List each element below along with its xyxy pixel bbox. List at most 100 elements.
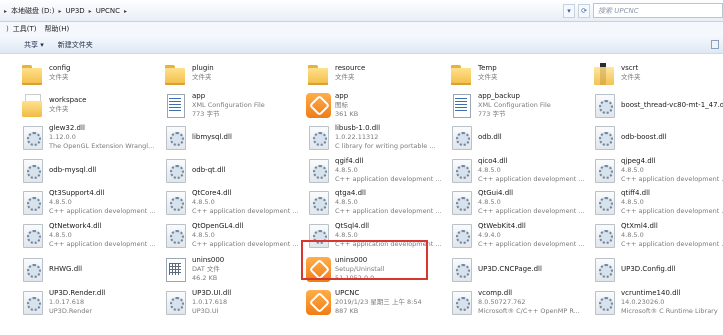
file-item[interactable]: Qt3Support4.dll 4.8.5.0 C++ application de… [20, 187, 158, 221]
file-text: Qt3Support4.dll 4.8.5.0 C++ application de… [49, 187, 156, 217]
file-text: app XML Configuration File 773 字节 [192, 90, 265, 120]
file-item[interactable]: libusb-1.0.dll 1.0.22.11312 C library for … [306, 122, 444, 156]
file-item[interactable]: boost_thread-vc80-mt-1_47.dll [592, 90, 723, 124]
share-button[interactable]: 共享 ▾ [24, 40, 44, 50]
file-item[interactable]: qico4.dll 4.8.5.0 C++ application developm… [449, 155, 587, 189]
file-item[interactable]: workspace 文件夹 [20, 90, 158, 124]
file-name: vcruntime140.dll [621, 288, 681, 297]
search-placeholder: 搜索 UPCNC [598, 6, 639, 15]
file-meta: C++ application development ... [621, 174, 723, 183]
file-meta: C++ application development ... [621, 206, 723, 215]
file-item[interactable]: odb-mysql.dll [20, 155, 158, 189]
history-dropdown-button[interactable]: ▾ [563, 3, 575, 18]
file-item[interactable]: UP3D.CNCPage.dll [449, 254, 587, 288]
file-text: vscrt 文件夹 [621, 58, 641, 88]
file-item[interactable]: app 图标 361 KB [306, 90, 444, 124]
file-item[interactable]: vcruntime140.dll 14.0.23026.0 Microsoft® C… [592, 287, 723, 321]
file-meta: 文件夹 [49, 73, 69, 81]
file-meta: C++ application development ... [478, 174, 585, 183]
file-text: QtXml4.dll 4.8.5.0 C++ application develop… [621, 220, 723, 250]
file-item[interactable]: odb-boost.dll [592, 122, 723, 156]
file-text: UP3D.Config.dll [621, 254, 675, 284]
file-text: UPCNC 2019/1/23 星期三 上午 8:54 887 KB [335, 287, 422, 317]
folder-doc-icon [20, 93, 44, 119]
menu-item-tools[interactable]: 工具(T) [13, 24, 37, 34]
file-text: qtga4.dll 4.8.5.0 C++ application developm… [335, 187, 442, 217]
search-input[interactable]: 搜索 UPCNC [593, 3, 723, 18]
breadcrumb-item-up3d[interactable]: UP3D [65, 7, 84, 15]
file-item[interactable]: odb-qt.dll [163, 155, 301, 189]
file-meta: 4.8.5.0 [335, 197, 358, 206]
file-item[interactable]: glew32.dll 1.12.0.0 The OpenGL Extension W… [20, 122, 158, 156]
dll-icon [592, 290, 616, 316]
file-item[interactable]: resource 文件夹 [306, 58, 444, 92]
file-meta: C library for writing portable ... [335, 141, 436, 150]
dll-icon [592, 93, 616, 119]
file-meta: 1.0.17.618 [192, 297, 228, 306]
file-text: qico4.dll 4.8.5.0 C++ application developm… [478, 155, 585, 185]
new-folder-button[interactable]: 新建文件夹 [58, 40, 93, 50]
folder-dark-icon [592, 61, 616, 87]
file-name: qico4.dll [478, 156, 508, 165]
file-item[interactable]: qjpeg4.dll 4.8.5.0 C++ application develop… [592, 155, 723, 189]
file-item[interactable]: QtOpenGL4.dll 4.8.5.0 C++ application deve… [163, 220, 301, 254]
breadcrumb-item-drive[interactable]: 本地磁盘 (D:) [11, 6, 54, 16]
menu-item-help[interactable]: 帮助(H) [44, 24, 69, 34]
file-text: UP3D.Render.dll 1.0.17.618 UP3D.Render [49, 287, 105, 317]
file-name: QtWebKit4.dll [478, 221, 526, 230]
file-item[interactable]: QtXml4.dll 4.8.5.0 C++ application develop… [592, 220, 723, 254]
dll-icon [449, 223, 473, 249]
breadcrumb-arrow-icon: ▸ [88, 7, 92, 15]
file-item[interactable]: vcomp.dll 8.0.50727.762 Microsoft® C/C++ O… [449, 287, 587, 321]
view-options-icon[interactable] [711, 40, 719, 49]
xml-icon [449, 93, 473, 119]
file-item[interactable]: vscrt 文件夹 [592, 58, 723, 92]
file-item[interactable]: odb.dll [449, 122, 587, 156]
file-meta: UP3D.Render [49, 306, 93, 315]
file-name: QtOpenGL4.dll [192, 221, 244, 230]
selection-highlight [301, 240, 428, 280]
file-item[interactable]: qtiff4.dll 4.8.5.0 C++ application develop… [592, 187, 723, 221]
file-meta: 4.8.5.0 [621, 165, 644, 174]
file-meta: 4.8.5.0 [192, 230, 215, 239]
file-item[interactable]: unins000 DAT 文件 46.2 KB [163, 254, 301, 288]
file-meta: 图标 [335, 100, 348, 109]
folder-icon [163, 61, 187, 87]
file-item[interactable]: Temp 文件夹 [449, 58, 587, 92]
dll-icon [20, 257, 44, 283]
file-item[interactable]: UP3D.Render.dll 1.0.17.618 UP3D.Render [20, 287, 158, 321]
file-name: QtGui4.dll [478, 188, 514, 197]
file-name: workspace [49, 96, 87, 104]
file-text: qjpeg4.dll 4.8.5.0 C++ application develop… [621, 155, 723, 185]
file-item[interactable]: UP3D.UI.dll 1.0.17.618 UP3D.UI [163, 287, 301, 321]
dll-icon [592, 223, 616, 249]
file-item[interactable]: QtNetwork4.dll 4.8.5.0 C++ application dev… [20, 220, 158, 254]
file-meta: C++ application development ... [478, 239, 585, 248]
file-item[interactable]: UPCNC 2019/1/23 星期三 上午 8:54 887 KB [306, 287, 444, 321]
file-item[interactable]: plugin 文件夹 [163, 58, 301, 92]
file-meta: C++ application development ... [335, 174, 442, 183]
file-item[interactable]: app_backup XML Configuration File 773 字节 [449, 90, 587, 124]
file-item[interactable]: QtGui4.dll 4.8.5.0 C++ application develop… [449, 187, 587, 221]
dll-icon [20, 190, 44, 216]
file-item[interactable]: config 文件夹 [20, 58, 158, 92]
file-item[interactable]: QtCore4.dll 4.8.5.0 C++ application develo… [163, 187, 301, 221]
breadcrumb-item-upcnc[interactable]: UPCNC [96, 7, 120, 15]
file-name: app [192, 91, 206, 100]
chevron-down-icon: ▾ [567, 6, 571, 15]
file-item[interactable]: RHWG.dll [20, 254, 158, 288]
file-text: RHWG.dll [49, 254, 82, 284]
breadcrumb[interactable]: ▸ 本地磁盘 (D:) ▸ UP3D ▸ UPCNC ▸ [4, 6, 127, 16]
file-meta: C++ application development ... [192, 239, 299, 248]
menu-bar: ) 工具(T) 帮助(H) [0, 22, 723, 36]
file-item[interactable]: libmysql.dll [163, 122, 301, 156]
file-item[interactable]: QtWebKit4.dll 4.9.4.0 C++ application deve… [449, 220, 587, 254]
file-item[interactable]: app XML Configuration File 773 字节 [163, 90, 301, 124]
file-text: vcomp.dll 8.0.50727.762 Microsoft® C/C++ O… [478, 287, 580, 317]
file-item[interactable]: qtga4.dll 4.8.5.0 C++ application developm… [306, 187, 444, 221]
file-item[interactable]: UP3D.Config.dll [592, 254, 723, 288]
address-bar[interactable]: ▸ 本地磁盘 (D:) ▸ UP3D ▸ UPCNC ▸ ▾ ⟳ 搜索 UPCN… [0, 0, 723, 22]
file-meta: 文件夹 [335, 73, 355, 81]
refresh-button[interactable]: ⟳ [578, 3, 590, 18]
file-item[interactable]: qgif4.dll 4.8.5.0 C++ application developm… [306, 155, 444, 189]
